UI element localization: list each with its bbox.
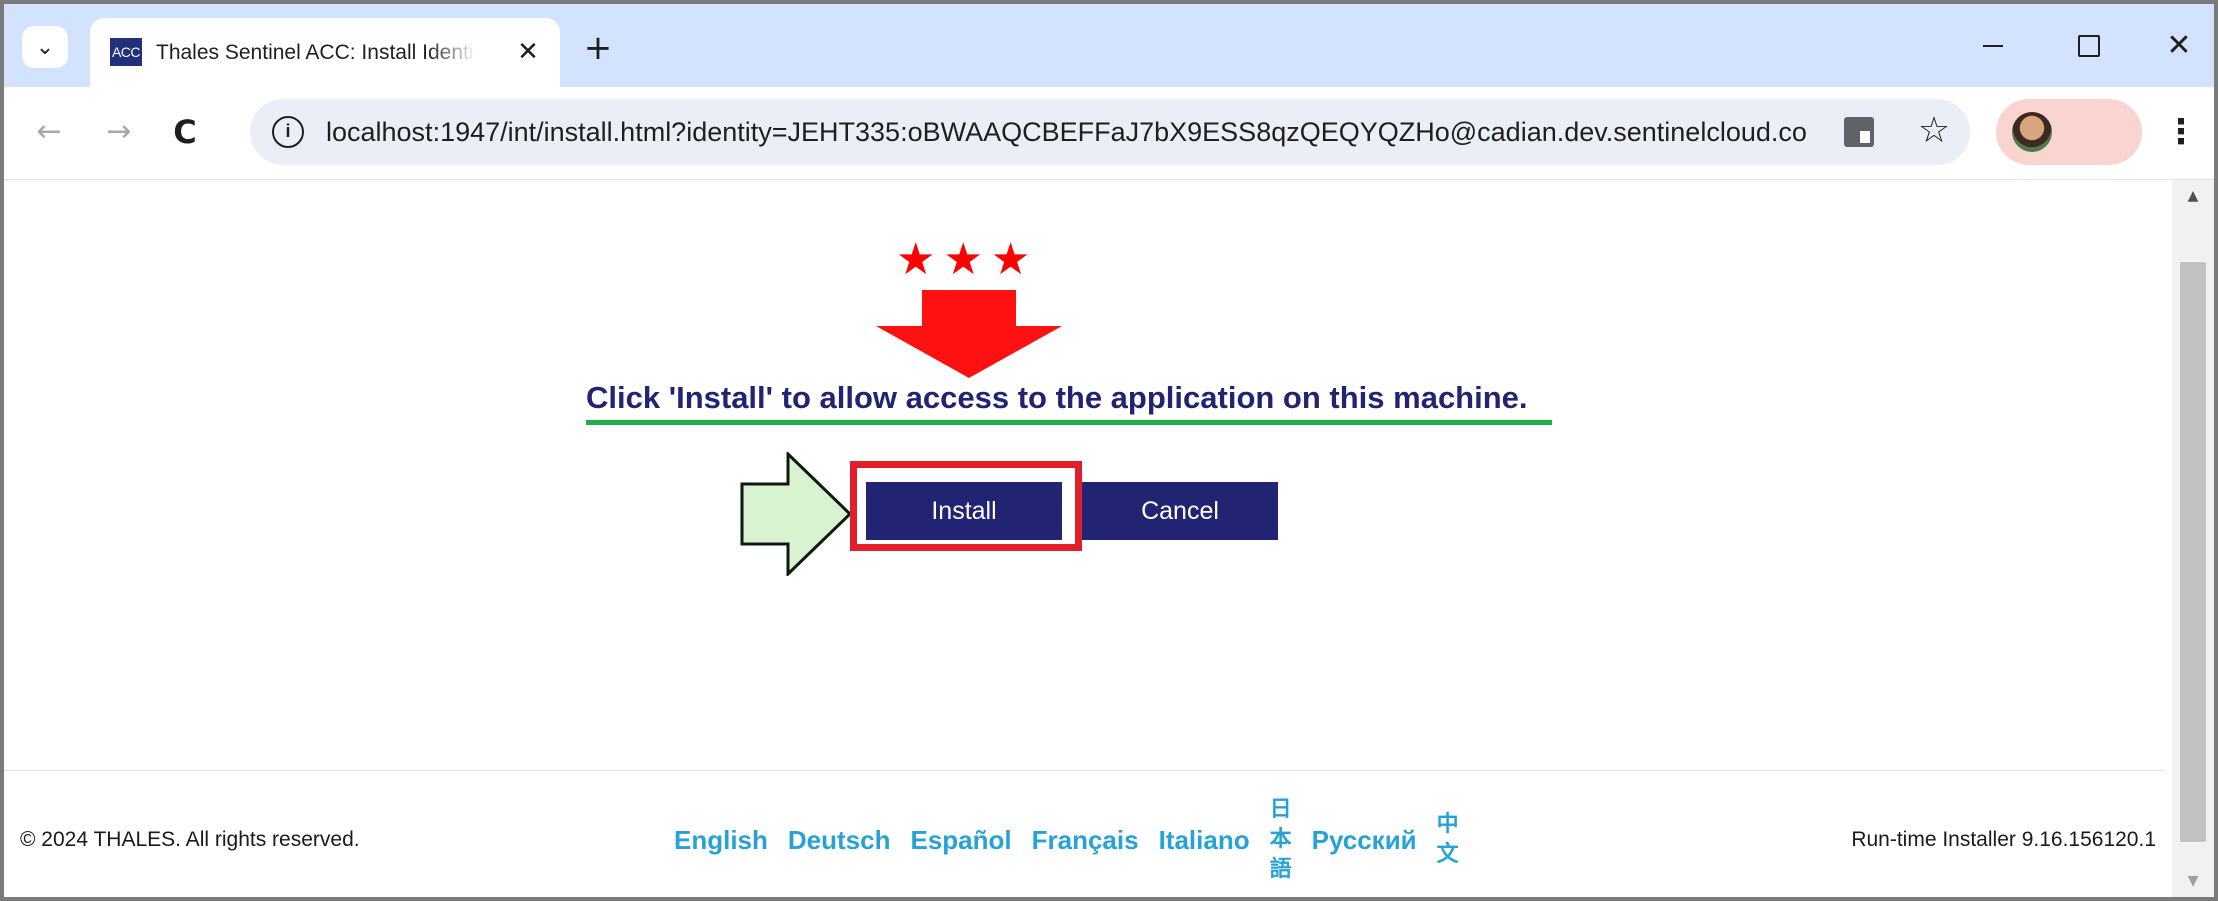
browser-tab[interactable]: ACC Thales Sentinel ACC: Install Identit…	[90, 18, 560, 87]
minimize-icon	[1983, 45, 2003, 47]
maximize-icon	[2078, 35, 2100, 57]
arrow-right-icon: →	[106, 114, 132, 149]
plus-icon: +	[583, 28, 613, 68]
new-tab-button[interactable]: +	[576, 26, 620, 70]
minimize-button[interactable]	[1958, 18, 2028, 74]
copyright-text: © 2024 THALES. All rights reserved.	[20, 828, 360, 851]
translate-icon[interactable]	[1844, 117, 1874, 147]
lang-japanese-char: 本	[1269, 827, 1292, 852]
page-content: ★★★ Click 'Install' to allow access to t…	[4, 180, 2172, 897]
tab-title: Thales Sentinel ACC: Install Identity	[156, 41, 476, 64]
lang-chinese-link[interactable]: 中 文	[1437, 810, 1459, 870]
language-links: English Deutsch Español Français Italian…	[674, 792, 1459, 888]
profile-button[interactable]	[1996, 99, 2142, 165]
scroll-up-arrow-icon[interactable]: ▲	[2172, 184, 2214, 208]
lang-japanese-char: 日	[1269, 797, 1292, 822]
lang-deutsch-link[interactable]: Deutsch	[788, 825, 891, 856]
tab-strip: ⌄ ACC Thales Sentinel ACC: Install Ident…	[4, 4, 2214, 87]
kebab-menu-icon[interactable]: ⋮	[2164, 109, 2198, 155]
lang-espanol-link[interactable]: Español	[910, 825, 1011, 856]
avatar	[2012, 112, 2052, 152]
close-tab-button[interactable]: ✕	[510, 34, 546, 70]
scroll-down-arrow-icon[interactable]: ▼	[2172, 869, 2214, 893]
close-icon: ✕	[2166, 28, 2192, 63]
star-icon[interactable]: ☆	[1910, 107, 1958, 155]
url-text[interactable]: localhost:1947/int/install.html?identity…	[326, 99, 1806, 165]
acc-favicon-icon: ACC	[110, 38, 142, 66]
lang-chinese-char: 文	[1436, 842, 1459, 867]
right-arrow-annotation	[740, 452, 852, 576]
lang-english-link[interactable]: English	[674, 825, 768, 856]
lang-japanese-char: 語	[1269, 857, 1292, 882]
installer-version: Run-time Installer 9.16.156120.1	[1851, 828, 2156, 851]
address-bar[interactable]: i localhost:1947/int/install.html?identi…	[250, 99, 1970, 165]
lang-russian-link[interactable]: Русский	[1312, 825, 1417, 856]
lang-chinese-char: 中	[1436, 812, 1459, 837]
chevron-down-icon: ⌄	[35, 34, 55, 60]
forward-button[interactable]: →	[96, 109, 142, 155]
info-icon[interactable]: i	[272, 116, 304, 148]
headline-underline	[586, 420, 1552, 425]
reload-icon: C	[173, 113, 197, 151]
close-window-button[interactable]: ✕	[2144, 18, 2214, 74]
back-button[interactable]: ←	[26, 109, 72, 155]
down-arrow-annotation	[876, 290, 1062, 378]
scroll-thumb[interactable]	[2180, 262, 2206, 842]
arrow-left-icon: ←	[36, 114, 62, 149]
lang-italiano-link[interactable]: Italiano	[1159, 825, 1250, 856]
reload-button[interactable]: C	[162, 109, 208, 155]
footer-divider	[4, 770, 2164, 771]
lang-francais-link[interactable]: Français	[1032, 825, 1139, 856]
cancel-button[interactable]: Cancel	[1082, 482, 1278, 540]
vertical-scrollbar[interactable]: ▲ ▼	[2172, 180, 2214, 897]
tab-search-button[interactable]: ⌄	[22, 26, 68, 68]
browser-window: ⌄ ACC Thales Sentinel ACC: Install Ident…	[4, 4, 2214, 897]
page-headline: Click 'Install' to allow access to the a…	[586, 380, 1528, 415]
browser-toolbar: ← → C i localhost:1947/int/install.html?…	[4, 87, 2214, 180]
close-icon: ✕	[517, 37, 539, 67]
install-button[interactable]: Install	[866, 482, 1062, 540]
red-stars: ★★★	[896, 234, 1039, 285]
maximize-button[interactable]	[2054, 18, 2124, 74]
lang-japanese-link[interactable]: 日 本 語	[1270, 795, 1292, 885]
